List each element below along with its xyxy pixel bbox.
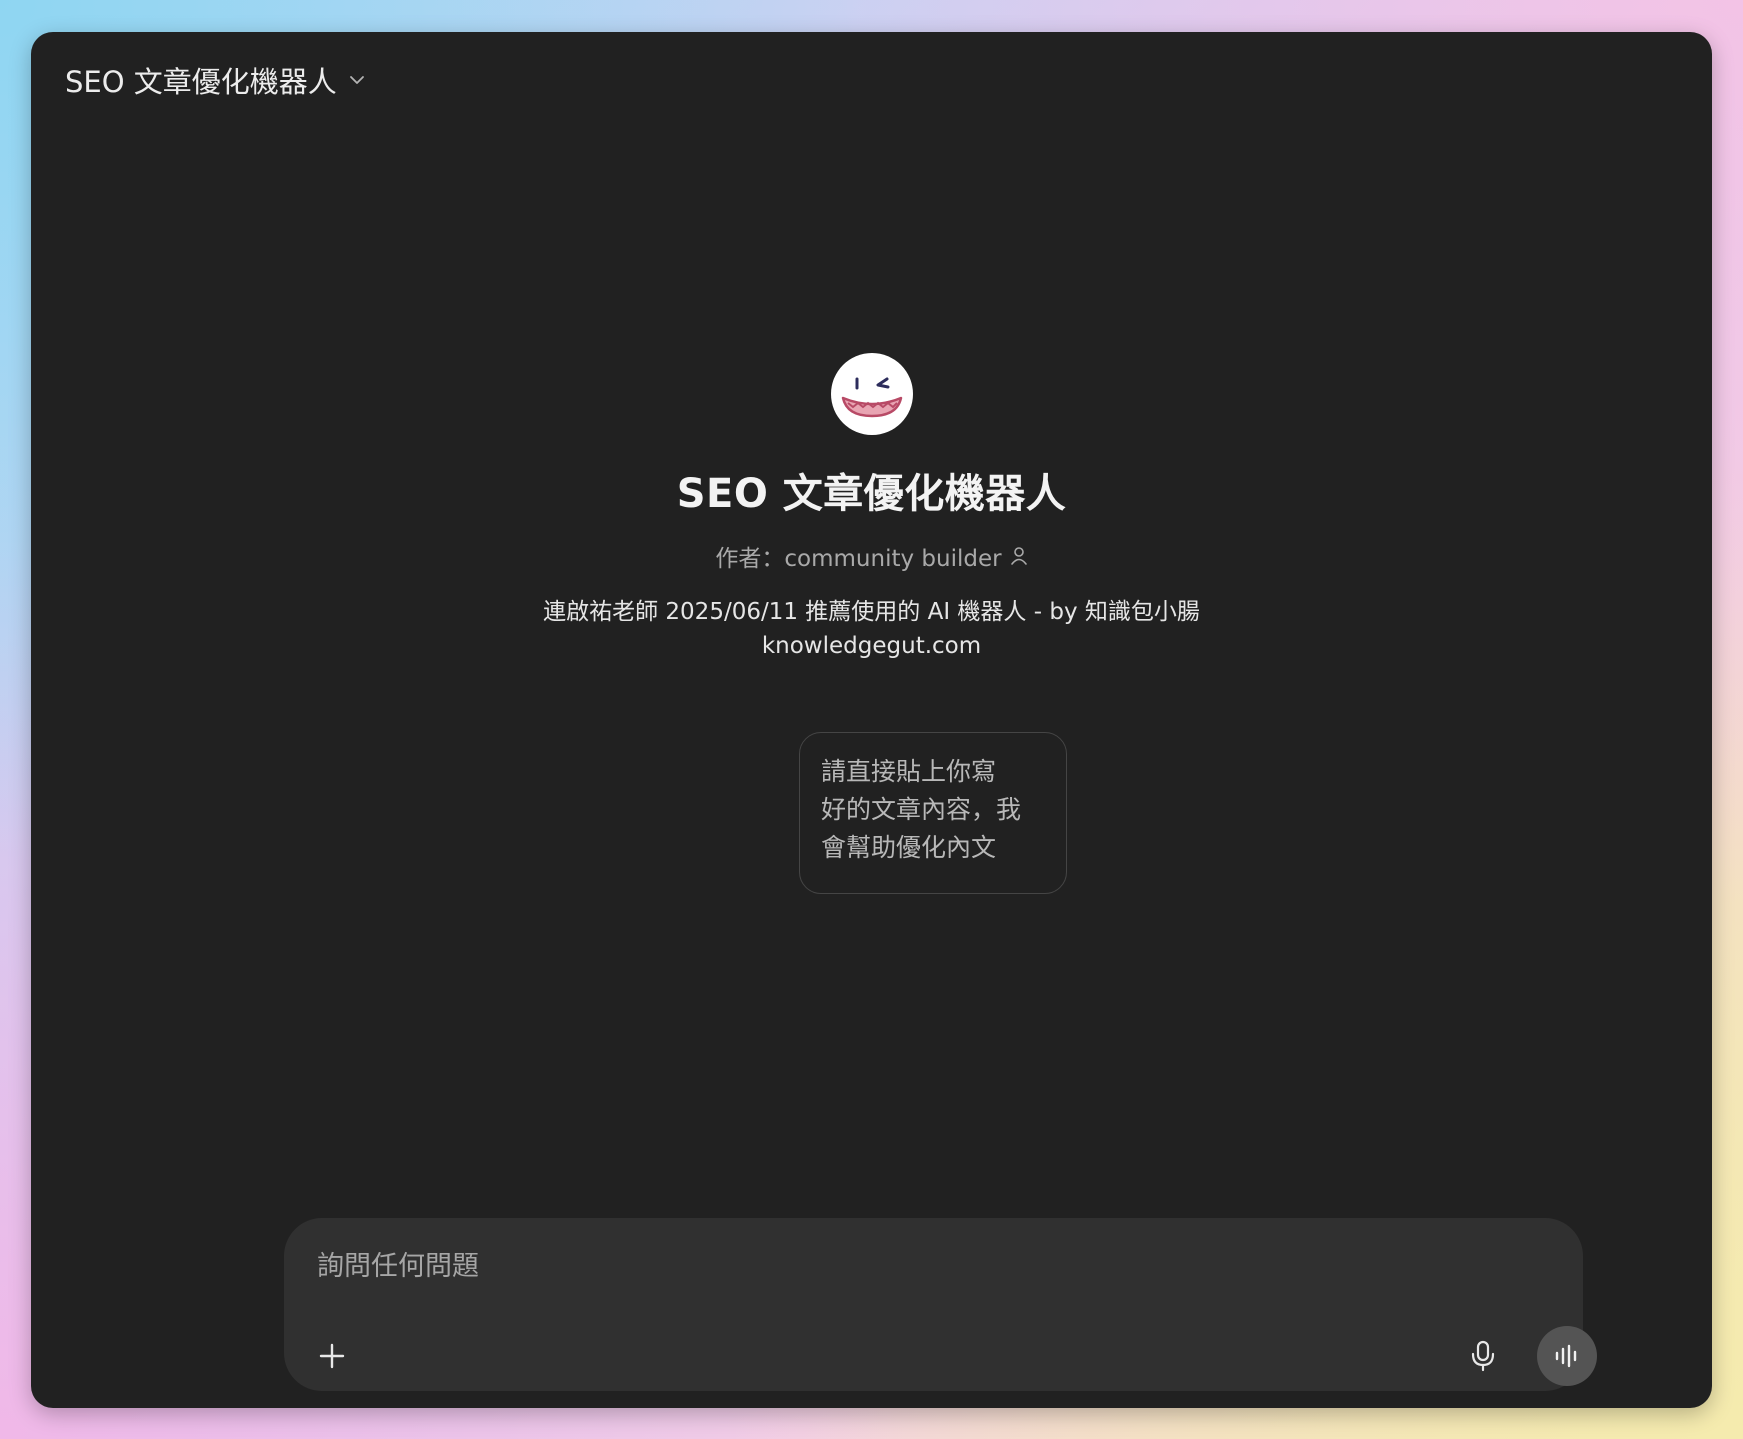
message-composer bbox=[284, 1218, 1597, 1391]
attach-button[interactable] bbox=[312, 1336, 352, 1376]
gpt-description: 連啟祐老師 2025/06/11 推薦使用的 AI 機器人 - by 知識包小腸… bbox=[512, 595, 1232, 663]
gpt-intro: SEO 文章優化機器人 作者：community builder 連啟祐老師 2… bbox=[31, 353, 1712, 663]
description-line: knowledgegut.com bbox=[761, 633, 982, 659]
starter-text-line: 請直接貼上你寫 bbox=[821, 757, 997, 786]
description-line: 連啟祐老師 2025/06/11 推薦使用的 AI 機器人 - by 知識包小腸 bbox=[543, 599, 1200, 625]
conversation-starter-button[interactable]: 請直接貼上你寫 好的文章內容，我 會幫助優化內文 bbox=[799, 732, 1067, 894]
plus-icon bbox=[319, 1343, 345, 1369]
dictate-button[interactable] bbox=[1462, 1335, 1504, 1377]
person-icon bbox=[1010, 547, 1027, 565]
voice-mode-icon bbox=[1555, 1344, 1577, 1368]
author-text: 作者：community builder bbox=[715, 546, 1002, 572]
chevron-down-icon bbox=[347, 70, 367, 90]
voice-mode-button[interactable] bbox=[1537, 1326, 1597, 1386]
chat-window: SEO 文章優化機器人 SEO 文章優化機器人 作者：community bui… bbox=[31, 32, 1712, 1408]
author-line: 作者：community builder bbox=[715, 539, 1027, 573]
gpt-avatar bbox=[830, 353, 913, 435]
starter-text-line: 會幫助優化內文 bbox=[821, 833, 997, 862]
smiling-face-icon bbox=[841, 377, 902, 418]
gpt-selector-label: SEO 文章優化機器人 bbox=[65, 65, 337, 99]
gpt-title: SEO 文章優化機器人 bbox=[676, 471, 1067, 517]
microphone-icon bbox=[1471, 1340, 1495, 1372]
starter-text-line: 好的文章內容，我 bbox=[821, 795, 1022, 824]
gpt-selector-dropdown[interactable]: SEO 文章優化機器人 bbox=[65, 58, 367, 102]
message-input[interactable] bbox=[317, 1244, 1417, 1288]
